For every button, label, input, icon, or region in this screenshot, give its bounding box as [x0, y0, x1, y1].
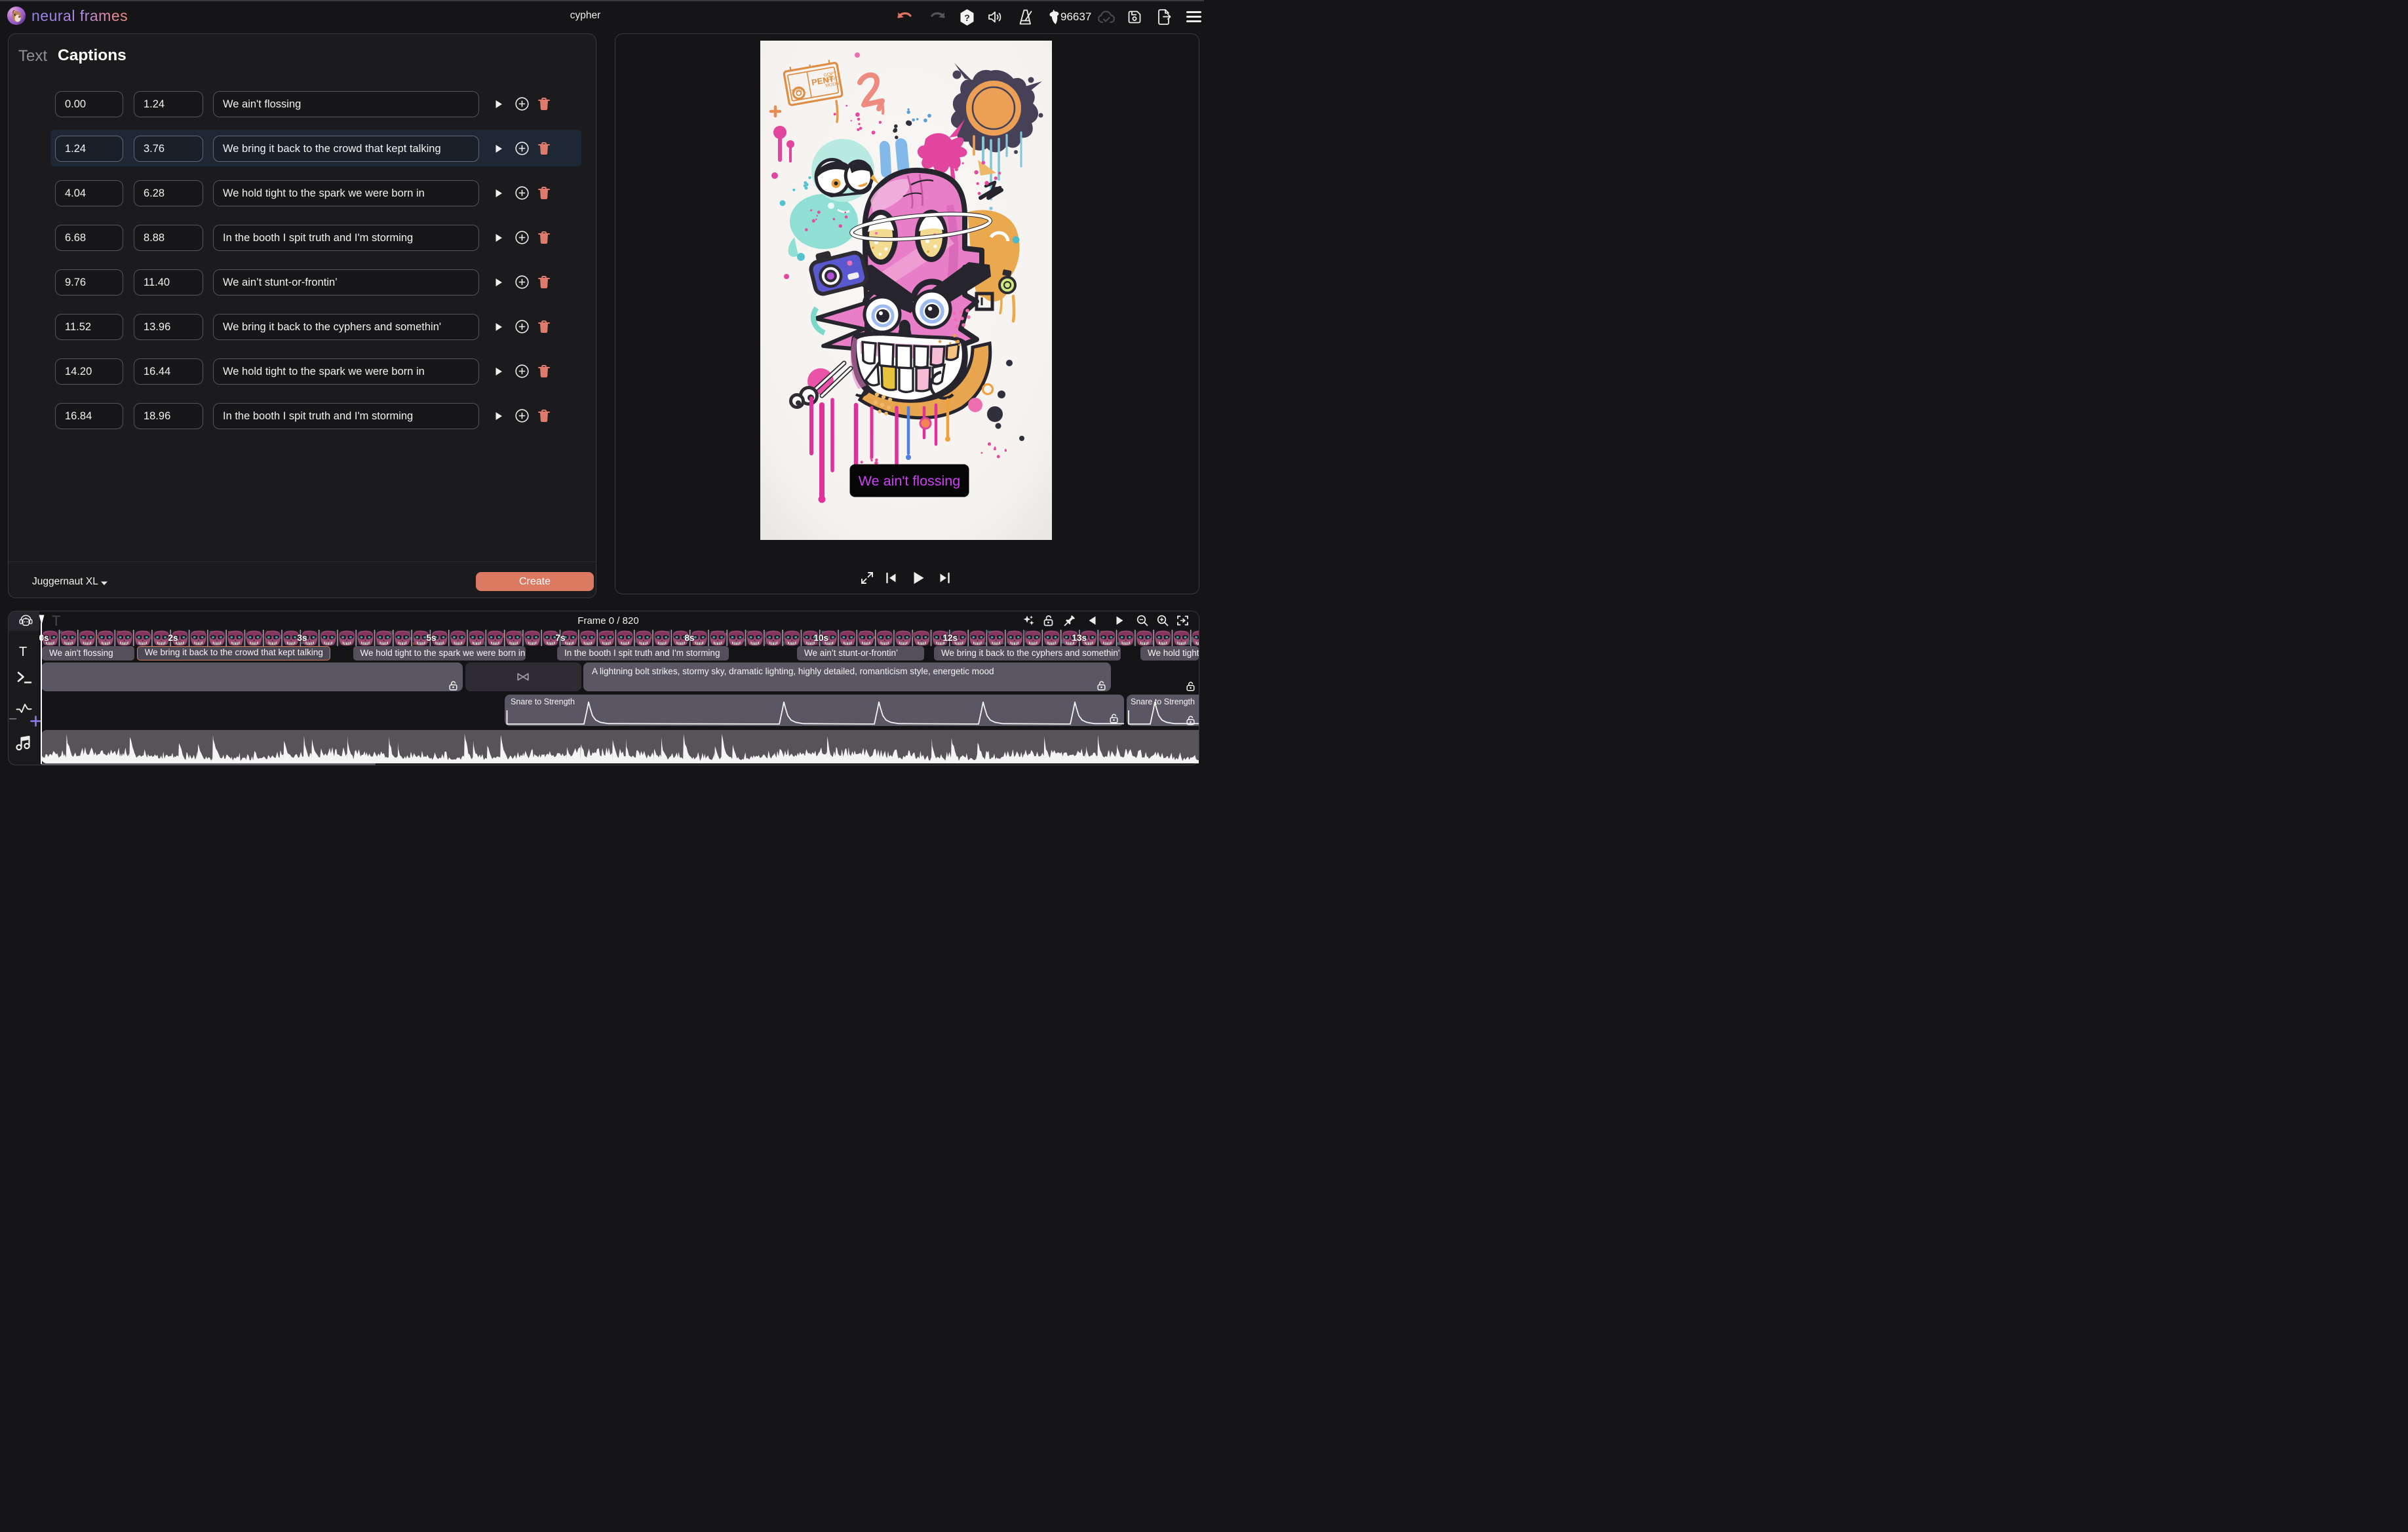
svg-text:We ain't flossing: We ain't flossing [859, 473, 960, 489]
svg-text:?: ? [964, 12, 970, 23]
